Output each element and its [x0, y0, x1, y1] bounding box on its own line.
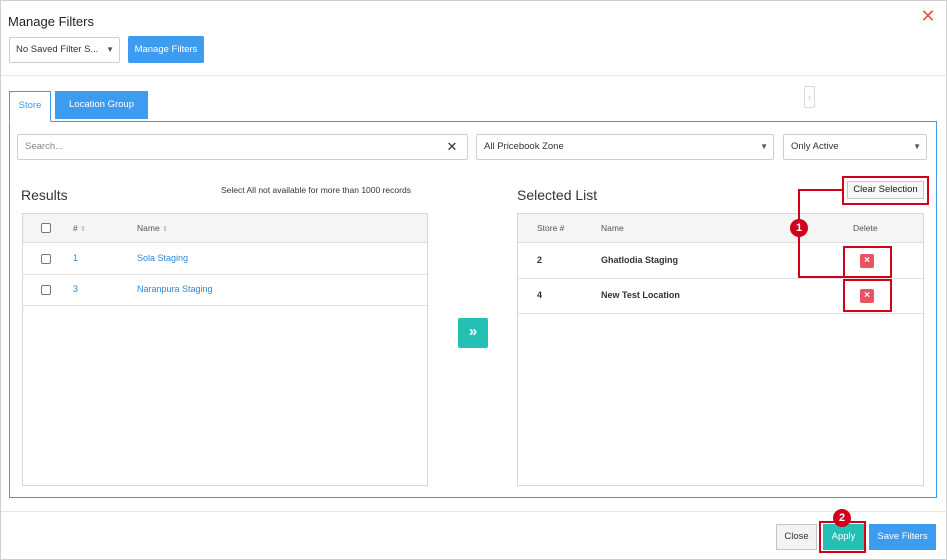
manage-filters-dialog: Manage Filters ✕ No Saved Filter S... ▼ …	[0, 0, 947, 560]
row-name[interactable]: Naranpura Staging	[137, 284, 213, 294]
status-select-value: Only Active	[791, 141, 839, 152]
row-store: 2	[537, 255, 543, 265]
sort-icon: ⇕	[162, 226, 168, 233]
save-filters-button[interactable]: Save Filters	[869, 524, 936, 550]
chevron-down-icon: ▼	[913, 142, 921, 151]
divider	[1, 75, 947, 76]
chevron-right-icon[interactable]: ›	[804, 86, 815, 108]
chevron-down-icon: ▼	[760, 142, 768, 151]
row-checkbox[interactable]	[41, 254, 51, 264]
pricebook-zone-value: All Pricebook Zone	[484, 141, 564, 152]
row-number[interactable]: 1	[73, 253, 78, 263]
clear-search-icon[interactable]: ✕	[445, 140, 459, 154]
annotation-highlight-delete-2	[843, 279, 892, 312]
close-icon[interactable]: ✕	[918, 6, 938, 26]
selected-list-title: Selected List	[517, 187, 598, 203]
move-selected-button[interactable]: »	[458, 318, 488, 348]
select-all-checkbox[interactable]	[41, 223, 51, 233]
tab-store[interactable]: Store	[9, 91, 51, 122]
sort-icon: ⇕	[80, 226, 86, 233]
annotation-connector	[798, 276, 843, 278]
row-name[interactable]: Sola Staging	[137, 253, 188, 263]
column-number-label: #	[73, 223, 78, 233]
table-row: 3 Naranpura Staging	[23, 275, 427, 306]
column-name[interactable]: Name ⇕	[137, 223, 168, 233]
manage-filters-button[interactable]: Manage Filters	[128, 36, 204, 63]
dialog-title: Manage Filters	[8, 14, 94, 29]
search-input[interactable]: Search...	[17, 134, 468, 160]
row-name: New Test Location	[601, 290, 680, 300]
results-note: Select All not available for more than 1…	[221, 185, 411, 195]
selected-table-header: Store # Name Delete	[518, 214, 923, 243]
saved-filter-select-value: No Saved Filter S...	[16, 44, 99, 55]
annotation-badge-1: 1	[790, 219, 808, 237]
row-number[interactable]: 3	[73, 284, 78, 294]
annotation-badge-2: 2	[833, 509, 851, 527]
annotation-highlight-clear	[842, 176, 929, 205]
column-name: Name	[601, 223, 624, 233]
saved-filter-select[interactable]: No Saved Filter S... ▼	[9, 37, 120, 63]
column-delete: Delete	[853, 223, 878, 233]
annotation-connector	[798, 189, 843, 191]
status-select[interactable]: Only Active ▼	[783, 134, 927, 160]
close-button[interactable]: Close	[776, 524, 817, 550]
results-title: Results	[21, 187, 68, 203]
table-row: 1 Sola Staging	[23, 244, 427, 275]
annotation-highlight-delete-1	[843, 246, 892, 278]
column-number[interactable]: # ⇕	[73, 223, 86, 233]
pricebook-zone-select[interactable]: All Pricebook Zone ▼	[476, 134, 774, 160]
row-store: 4	[537, 290, 543, 300]
results-table-header: # ⇕ Name ⇕	[23, 214, 427, 243]
tab-location-group[interactable]: Location Group	[55, 91, 148, 119]
divider	[1, 511, 947, 512]
row-checkbox[interactable]	[41, 285, 51, 295]
results-table: # ⇕ Name ⇕ 1 Sola Staging 3 Naranpura St…	[22, 213, 428, 486]
chevron-down-icon: ▼	[106, 45, 114, 54]
column-name-label: Name	[137, 223, 160, 233]
row-name: Ghatlodia Staging	[601, 255, 679, 265]
column-store: Store #	[537, 223, 565, 233]
